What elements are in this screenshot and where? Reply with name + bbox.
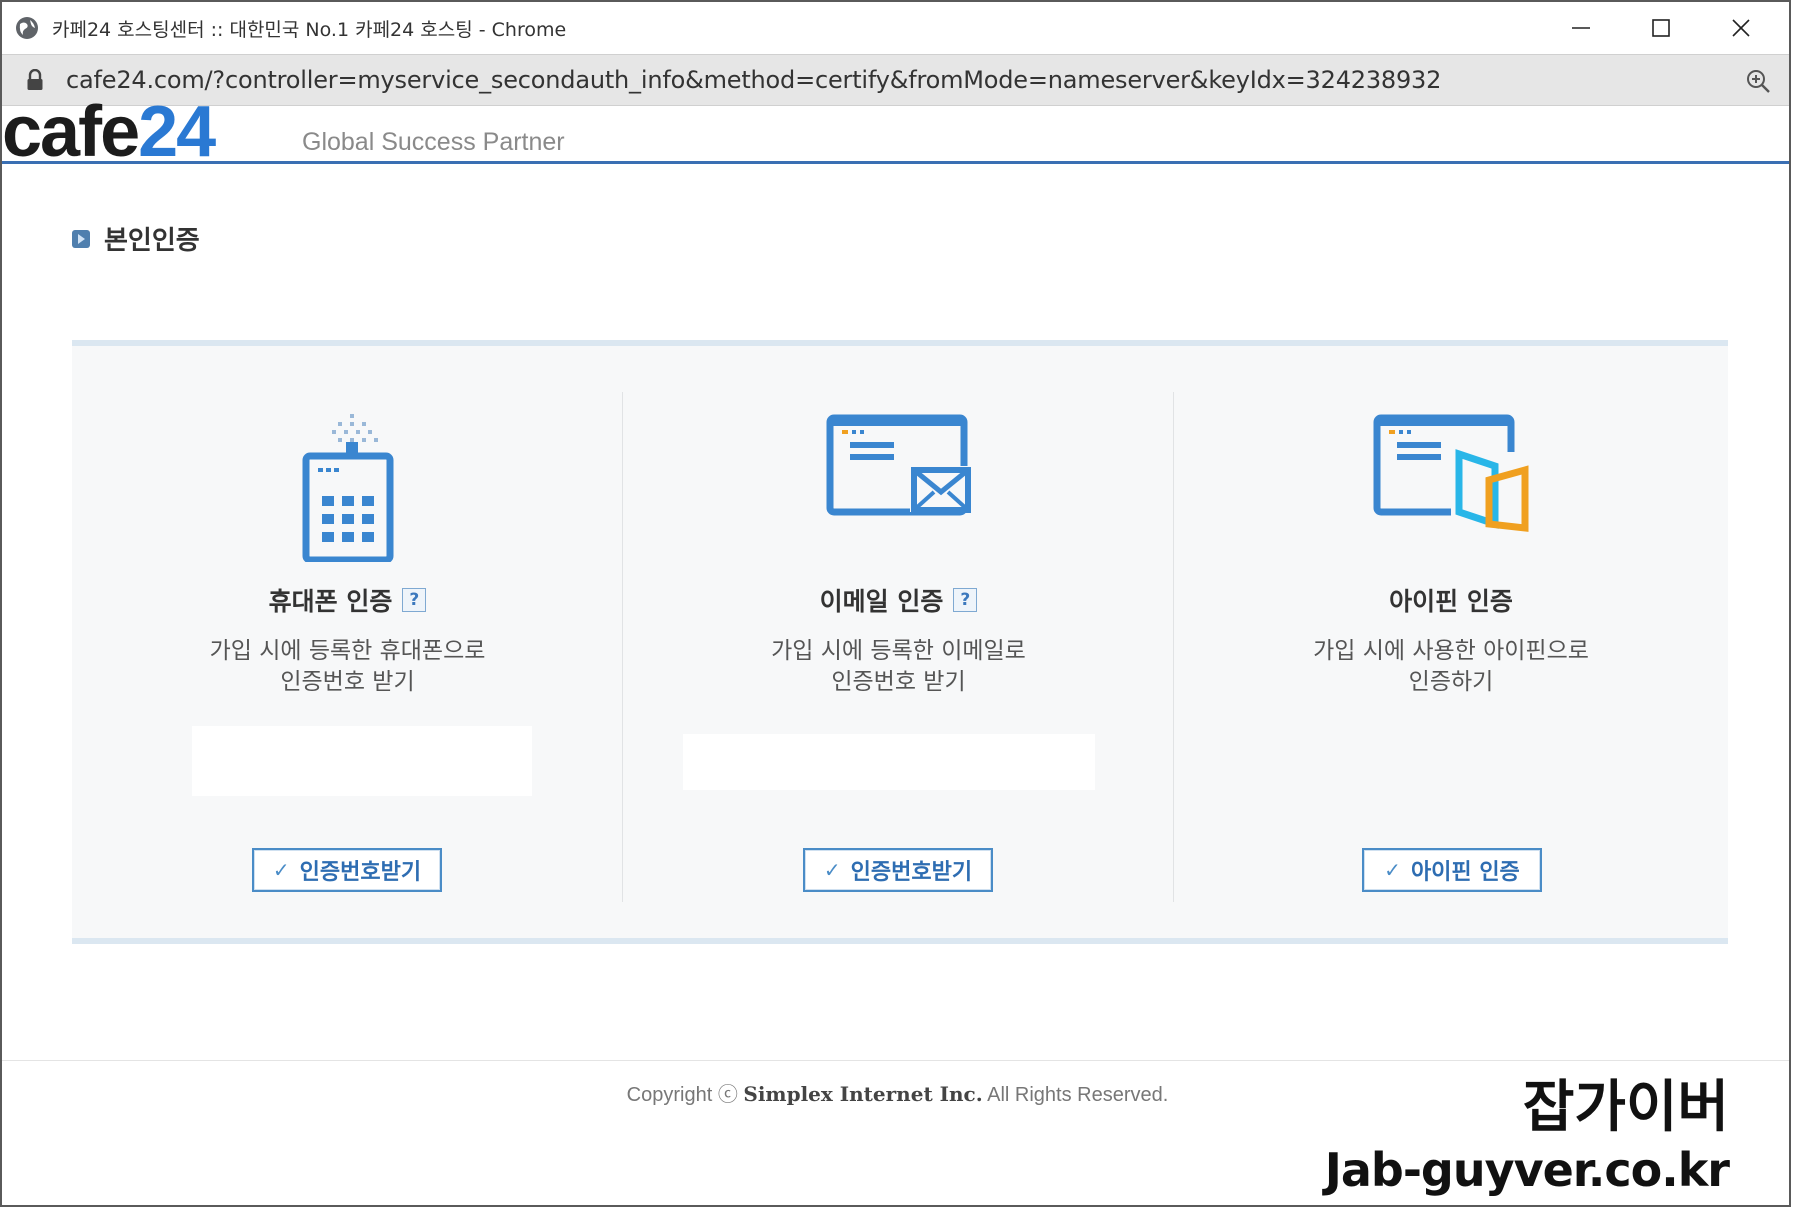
mobile-phone-icon xyxy=(302,414,393,562)
help-icon[interactable]: ? xyxy=(953,588,978,612)
option-title-text: 이메일 인증 xyxy=(819,587,944,616)
option-title: 이메일 인증 ? xyxy=(623,582,1174,618)
description-line: 인증하기 xyxy=(1408,669,1494,695)
option-description: 가입 시에 등록한 이메일로 인증번호 받기 xyxy=(623,636,1174,698)
option-title-text: 아이핀 인증 xyxy=(1389,587,1513,616)
minimize-icon xyxy=(1572,27,1590,29)
tagline: Global Success Partner xyxy=(302,128,565,156)
logo-number: 24 xyxy=(138,92,216,172)
blank-area xyxy=(683,734,1095,790)
button-label: 아이핀 인증 xyxy=(1410,860,1520,885)
get-code-button-email[interactable]: ✓ 인증번호받기 xyxy=(803,848,993,892)
lock-icon xyxy=(27,69,43,90)
auth-option-ipin: 아이핀 인증 가입 시에 사용한 아이핀으로 인증하기 ✓ 아이핀 인증 xyxy=(1174,346,1728,938)
check-icon: ✓ xyxy=(823,858,841,882)
watermark-korean: 잡가이버 xyxy=(1522,1075,1729,1140)
option-title-text: 휴대폰 인증 xyxy=(268,587,393,616)
ipin-auth-button[interactable]: ✓ 아이핀 인증 xyxy=(1362,848,1542,892)
title-bar: 카페24 호스팅센터 :: 대한민국 No.1 카페24 호스팅 - Chrom… xyxy=(2,2,1789,54)
check-icon: ✓ xyxy=(272,858,290,882)
option-title: 휴대폰 인증 ? xyxy=(72,582,623,618)
ipin-icon xyxy=(1373,414,1531,532)
description-line: 가입 시에 등록한 이메일로 xyxy=(771,638,1026,664)
option-title: 아이핀 인증 xyxy=(1174,582,1728,618)
auth-options-panel: 휴대폰 인증 ? 가입 시에 등록한 휴대폰으로 인증번호 받기 ✓ 인증번호받… xyxy=(72,340,1728,944)
globe-icon xyxy=(16,17,38,39)
page-title-area: 본인인증 xyxy=(72,220,200,257)
description-line: 인증번호 받기 xyxy=(831,669,966,695)
minimize-button[interactable] xyxy=(1541,2,1621,54)
maximize-button[interactable] xyxy=(1621,2,1701,54)
option-description: 가입 시에 등록한 휴대폰으로 인증번호 받기 xyxy=(72,636,623,698)
auth-option-mobile: 휴대폰 인증 ? 가입 시에 등록한 휴대폰으로 인증번호 받기 ✓ 인증번호받… xyxy=(72,346,623,938)
window-title: 카페24 호스팅센터 :: 대한민국 No.1 카페24 호스팅 - Chrom… xyxy=(52,18,567,41)
watermark-site: Jab-guyver.co.kr xyxy=(1324,1143,1730,1197)
address-bar[interactable]: cafe24.com/?controller=myservice_seconda… xyxy=(2,54,1789,106)
url-text[interactable]: cafe24.com/?controller=myservice_seconda… xyxy=(66,66,1441,94)
rights-text: All Rights Reserved. xyxy=(987,1084,1169,1106)
title-bullet-icon xyxy=(72,229,90,248)
page-title: 본인인증 xyxy=(104,226,200,256)
browser-window: 카페24 호스팅센터 :: 대한민국 No.1 카페24 호스팅 - Chrom… xyxy=(0,0,1791,1207)
email-envelope-icon xyxy=(826,414,972,516)
copyright-prefix: Copyright ⓒ xyxy=(626,1084,738,1106)
description-line: 인증번호 받기 xyxy=(280,669,415,695)
watermark: 잡가이버 Jab-guyver.co.kr xyxy=(1324,1062,1730,1197)
close-button[interactable] xyxy=(1701,2,1781,54)
option-description: 가입 시에 사용한 아이핀으로 인증하기 xyxy=(1174,636,1728,698)
logo-text: cafe xyxy=(2,92,140,172)
site-header: cafe 24 Global Success Partner xyxy=(2,92,1789,172)
footer-divider xyxy=(2,1060,1789,1061)
button-label: 인증번호받기 xyxy=(850,860,973,885)
auth-option-email: 이메일 인증 ? 가입 시에 등록한 이메일로 인증번호 받기 ✓ 인증번호받기 xyxy=(623,346,1174,938)
help-icon[interactable]: ? xyxy=(402,588,427,612)
check-icon: ✓ xyxy=(1384,858,1401,882)
cafe24-logo[interactable]: cafe 24 xyxy=(2,92,216,172)
company-name: Simplex Internet Inc. xyxy=(743,1082,983,1106)
blank-area xyxy=(192,726,532,796)
description-line: 가입 시에 등록한 휴대폰으로 xyxy=(209,638,486,664)
close-icon xyxy=(1732,19,1750,37)
button-label: 인증번호받기 xyxy=(299,860,422,885)
maximize-icon xyxy=(1652,19,1670,37)
get-code-button-mobile[interactable]: ✓ 인증번호받기 xyxy=(252,848,442,892)
description-line: 가입 시에 사용한 아이핀으로 xyxy=(1313,638,1589,664)
zoom-icon[interactable] xyxy=(1745,68,1771,94)
